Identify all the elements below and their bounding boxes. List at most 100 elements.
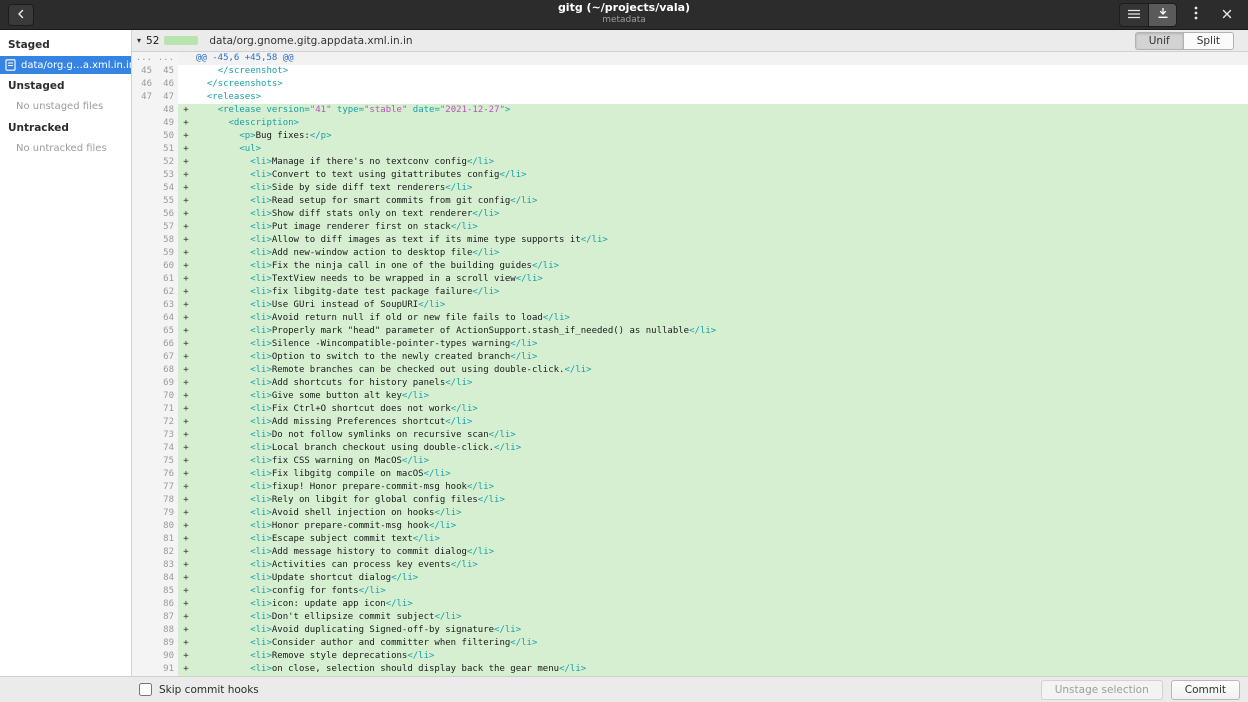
diff-code: <li>TextView needs to be wrapped in a sc… xyxy=(194,273,1248,286)
close-button[interactable] xyxy=(1215,4,1239,26)
footer-buttons: Unstage selection Commit xyxy=(1041,680,1248,700)
old-line-number xyxy=(132,559,156,572)
diff-marker: + xyxy=(178,273,194,286)
diff-code: </screenshots> xyxy=(194,78,1248,91)
diff-line[interactable]: 58+ <li>Allow to diff images as text if … xyxy=(132,234,1248,247)
diff-line[interactable]: 68+ <li>Remote branches can be checked o… xyxy=(132,364,1248,377)
diff-line[interactable]: 69+ <li>Add shortcuts for history panels… xyxy=(132,377,1248,390)
diff-line[interactable]: 72+ <li>Add missing Preferences shortcut… xyxy=(132,416,1248,429)
diff-line[interactable]: 4747 <releases> xyxy=(132,91,1248,104)
diff-line[interactable]: 78+ <li>Rely on libgit for global config… xyxy=(132,494,1248,507)
new-line-number: 79 xyxy=(156,507,178,520)
diff-code: <li>Activities can process key events</l… xyxy=(194,559,1248,572)
diff-line[interactable]: 53+ <li>Convert to text using gitattribu… xyxy=(132,169,1248,182)
back-button[interactable] xyxy=(8,4,34,26)
list-view-button[interactable] xyxy=(1120,4,1148,26)
diff-line[interactable]: 80+ <li>Honor prepare-commit-msg hook</l… xyxy=(132,520,1248,533)
diff-marker: + xyxy=(178,403,194,416)
diff-line[interactable]: 85+ <li>config for fonts</li> xyxy=(132,585,1248,598)
diff-line[interactable]: 88+ <li>Avoid duplicating Signed-off-by … xyxy=(132,624,1248,637)
new-line-number: 59 xyxy=(156,247,178,260)
old-line-number xyxy=(132,169,156,182)
diff-line[interactable]: 90+ <li>Remove style deprecations</li> xyxy=(132,650,1248,663)
split-view-button[interactable]: Split xyxy=(1183,32,1234,50)
diff-marker: + xyxy=(178,104,194,117)
diff-code: <li>Use GUri instead of SoupURI</li> xyxy=(194,299,1248,312)
new-line-number: 47 xyxy=(156,91,178,104)
diff-code: <li>Manage if there's no textconv config… xyxy=(194,156,1248,169)
header-bar: gitg (~/projects/vala) metadata xyxy=(0,0,1248,30)
diff-line[interactable]: 70+ <li>Give some button alt key</li> xyxy=(132,390,1248,403)
diff-line[interactable]: 81+ <li>Escape subject commit text</li> xyxy=(132,533,1248,546)
diff-line[interactable]: 91+ <li>on close, selection should displ… xyxy=(132,663,1248,676)
diff-line[interactable]: 74+ <li>Local branch checkout using doub… xyxy=(132,442,1248,455)
old-line-number xyxy=(132,468,156,481)
old-line-number xyxy=(132,481,156,494)
diff-line[interactable]: 4545 </screenshot> xyxy=(132,65,1248,78)
diff-line[interactable]: 76+ <li>Fix libgitg compile on macOS</li… xyxy=(132,468,1248,481)
diff-line[interactable]: 66+ <li>Silence -Wincompatible-pointer-t… xyxy=(132,338,1248,351)
diff-line[interactable]: 79+ <li>Avoid shell injection on hooks</… xyxy=(132,507,1248,520)
diff-marker: + xyxy=(178,572,194,585)
unified-view-button[interactable]: Unif xyxy=(1135,32,1183,50)
diff-line[interactable]: 48+ <release version="41" type="stable" … xyxy=(132,104,1248,117)
menu-button[interactable] xyxy=(1184,4,1208,26)
diff-marker: + xyxy=(178,507,194,520)
skip-commit-hooks-checkbox[interactable] xyxy=(139,683,152,696)
diff-line[interactable]: 65+ <li>Properly mark "head" parameter o… xyxy=(132,325,1248,338)
diff-line[interactable]: 67+ <li>Option to switch to the newly cr… xyxy=(132,351,1248,364)
diff-line[interactable]: 55+ <li>Read setup for smart commits fro… xyxy=(132,195,1248,208)
diff-line[interactable]: 75+ <li>fix CSS warning on MacOS</li> xyxy=(132,455,1248,468)
diff-line[interactable]: 82+ <li>Add message history to commit di… xyxy=(132,546,1248,559)
diff-line[interactable]: 54+ <li>Side by side diff text renderers… xyxy=(132,182,1248,195)
new-line-number: 88 xyxy=(156,624,178,637)
diff-line[interactable]: 87+ <li>Don't ellipsize commit subject</… xyxy=(132,611,1248,624)
diff-code: <li>Remove style deprecations</li> xyxy=(194,650,1248,663)
diff-line[interactable]: 57+ <li>Put image renderer first on stac… xyxy=(132,221,1248,234)
old-line-number xyxy=(132,637,156,650)
download-view-button[interactable] xyxy=(1148,4,1176,26)
diff-line[interactable]: 59+ <li>Add new-window action to desktop… xyxy=(132,247,1248,260)
diff-line[interactable]: 63+ <li>Use GUri instead of SoupURI</li> xyxy=(132,299,1248,312)
diff-line[interactable]: 62+ <li>fix libgitg-date test package fa… xyxy=(132,286,1248,299)
diff-toolbar: ▾ 52 data/org.gnome.gitg.appdata.xml.in.… xyxy=(132,30,1248,52)
diff-marker: + xyxy=(178,650,194,663)
diff-line[interactable]: 84+ <li>Update shortcut dialog</li> xyxy=(132,572,1248,585)
diff-line[interactable]: 71+ <li>Fix Ctrl+O shortcut does not wor… xyxy=(132,403,1248,416)
diff-marker: + xyxy=(178,195,194,208)
diff-code: <li>Allow to diff images as text if its … xyxy=(194,234,1248,247)
diff-hunk-header[interactable]: ......@@ -45,6 +45,58 @@ xyxy=(132,52,1248,65)
diff-line[interactable]: 64+ <li>Avoid return null if old or new … xyxy=(132,312,1248,325)
diff-line[interactable]: 89+ <li>Consider author and committer wh… xyxy=(132,637,1248,650)
diff-line[interactable]: 51+ <ul> xyxy=(132,143,1248,156)
old-line-number xyxy=(132,195,156,208)
diff-code: <description> xyxy=(194,117,1248,130)
diff-line[interactable]: 61+ <li>TextView needs to be wrapped in … xyxy=(132,273,1248,286)
old-line-number xyxy=(132,247,156,260)
diff-line[interactable]: 86+ <li>icon: update app icon</li> xyxy=(132,598,1248,611)
diff-line[interactable]: 73+ <li>Do not follow symlinks on recurs… xyxy=(132,429,1248,442)
new-line-number: 51 xyxy=(156,143,178,156)
diff-line[interactable]: 49+ <description> xyxy=(132,117,1248,130)
new-line-number: 70 xyxy=(156,390,178,403)
diff-marker xyxy=(178,65,194,78)
diff-marker: + xyxy=(178,364,194,377)
diff-line[interactable]: 52+ <li>Manage if there's no textconv co… xyxy=(132,156,1248,169)
diff-code: <li>Add message history to commit dialog… xyxy=(194,546,1248,559)
diff-line[interactable]: 4646 </screenshots> xyxy=(132,78,1248,91)
diff-line[interactable]: 83+ <li>Activities can process key event… xyxy=(132,559,1248,572)
new-line-number: 64 xyxy=(156,312,178,325)
diff-marker: + xyxy=(178,208,194,221)
diff-line[interactable]: 77+ <li>fixup! Honor prepare-commit-msg … xyxy=(132,481,1248,494)
diff-code: <li>Fix the ninja call in one of the bui… xyxy=(194,260,1248,273)
unstage-selection-button[interactable]: Unstage selection xyxy=(1041,680,1163,700)
diff-code: <ul> xyxy=(194,143,1248,156)
staged-file-item[interactable]: data/org.g…a.xml.in.in xyxy=(0,56,131,74)
diff-line[interactable]: 50+ <p>Bug fixes:</p> xyxy=(132,130,1248,143)
commit-button[interactable]: Commit xyxy=(1171,680,1240,700)
diff-line[interactable]: 56+ <li>Show diff stats only on text ren… xyxy=(132,208,1248,221)
diff-stat-expander[interactable]: ▾ 52 xyxy=(132,35,198,47)
diff-line[interactable]: 60+ <li>Fix the ninja call in one of the… xyxy=(132,260,1248,273)
skip-commit-hooks[interactable]: Skip commit hooks xyxy=(139,683,259,696)
diff-code: <li>Show diff stats only on text rendere… xyxy=(194,208,1248,221)
